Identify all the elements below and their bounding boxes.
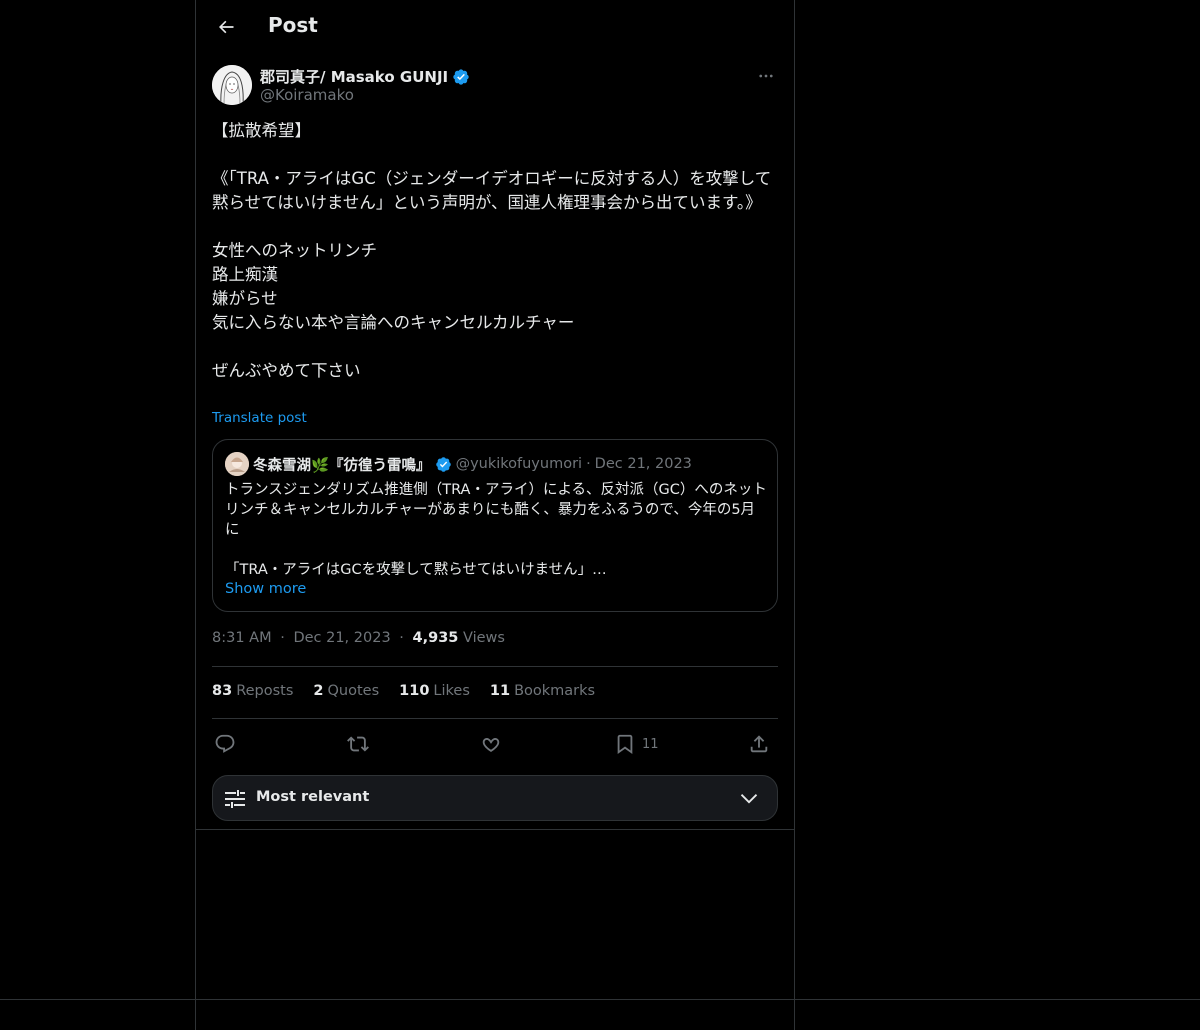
quoted-separator: · — [586, 456, 591, 472]
meta-separator: · — [399, 630, 404, 646]
quotes-label: Quotes — [327, 683, 380, 699]
repost-button[interactable] — [347, 729, 369, 759]
chevron-down-icon — [740, 794, 758, 804]
sort-label: Most relevant — [256, 789, 370, 805]
back-button[interactable] — [212, 13, 240, 41]
quoted-post-header: 冬森雪湖🌿『彷徨う雷鳴』 @yukikofuyumori · Dec 21, 2… — [225, 452, 692, 476]
more-horizontal-icon — [759, 74, 773, 78]
bookmark-count: 11 — [642, 736, 659, 752]
divider — [196, 829, 794, 830]
quoted-handle: @yukikofuyumori — [455, 456, 583, 472]
views-count: 4,935 — [412, 630, 459, 646]
quoted-display-name: 冬森雪湖🌿『彷徨う雷鳴』 — [253, 457, 431, 474]
verified-badge-icon — [453, 68, 469, 85]
page-title: Post — [268, 13, 318, 37]
repost-icon — [347, 736, 369, 752]
quoted-avatar — [225, 452, 249, 476]
verified-badge-icon — [435, 456, 451, 472]
author-display-name[interactable]: 郡司真子/ Masako GUNJI — [260, 66, 448, 87]
avatar[interactable] — [212, 65, 252, 105]
divider — [212, 666, 778, 667]
post-time[interactable]: 8:31 AM — [212, 630, 272, 646]
action-bar: 11 — [212, 729, 778, 759]
bookmarks-stat[interactable]: 11 Bookmarks — [490, 683, 595, 699]
more-button[interactable] — [754, 64, 778, 88]
quoted-date: Dec 21, 2023 — [594, 456, 692, 472]
likes-stat[interactable]: 110 Likes — [399, 683, 470, 699]
author-name-row[interactable]: 郡司真子/ Masako GUNJI — [260, 66, 470, 87]
reposts-count: 83 — [212, 683, 233, 699]
reposts-label: Reposts — [236, 683, 294, 699]
sliders-icon — [225, 790, 245, 808]
post-date[interactable]: Dec 21, 2023 — [293, 630, 390, 646]
post-text: 【拡散希望】 《「TRA・アライはGC（ジェンダーイデオロギーに反対する人）を攻… — [212, 121, 772, 380]
translate-post-link[interactable]: Translate post — [212, 410, 307, 426]
like-button[interactable] — [480, 729, 502, 759]
share-button[interactable] — [748, 729, 770, 759]
bookmark-button[interactable]: 11 — [614, 729, 659, 759]
quoted-post[interactable]: 冬森雪湖🌿『彷徨う雷鳴』 @yukikofuyumori · Dec 21, 2… — [212, 439, 778, 612]
post-stats: 83 Reposts 2 Quotes 110 Likes 11 Bookmarks — [212, 683, 595, 699]
reposts-stat[interactable]: 83 Reposts — [212, 683, 293, 699]
reply-sort-dropdown[interactable]: Most relevant — [212, 775, 778, 821]
bookmark-icon — [617, 734, 633, 755]
divider — [212, 718, 778, 719]
divider — [0, 999, 1200, 1000]
show-more-link[interactable]: Show more — [225, 581, 306, 597]
views-label: Views — [463, 630, 505, 646]
quotes-count: 2 — [313, 683, 324, 699]
post-author: 郡司真子/ Masako GUNJI @Koiramako — [212, 64, 778, 108]
post-meta: 8:31 AM · Dec 21, 2023 · 4,935 Views — [212, 630, 505, 646]
arrow-left-icon — [219, 20, 234, 34]
reply-icon — [215, 734, 235, 753]
likes-count: 110 — [399, 683, 430, 699]
page-header: Post — [196, 0, 794, 54]
author-handle[interactable]: @Koiramako — [260, 86, 354, 104]
heart-icon — [482, 738, 500, 752]
share-icon — [750, 735, 768, 753]
bookmarks-label: Bookmarks — [514, 683, 596, 699]
bookmarks-count: 11 — [489, 683, 511, 699]
main-column: Post 郡司真子/ Masako GUNJI @Koiramako 【拡散希望… — [195, 0, 795, 1030]
reply-button[interactable] — [214, 729, 236, 759]
meta-separator: · — [280, 630, 285, 646]
quoted-post-text: トランスジェンダリズム推進側（TRA・アライ）による、反対派（GC）へのネットリ… — [225, 482, 767, 578]
likes-label: Likes — [433, 683, 470, 699]
quotes-stat[interactable]: 2 Quotes — [313, 683, 379, 699]
